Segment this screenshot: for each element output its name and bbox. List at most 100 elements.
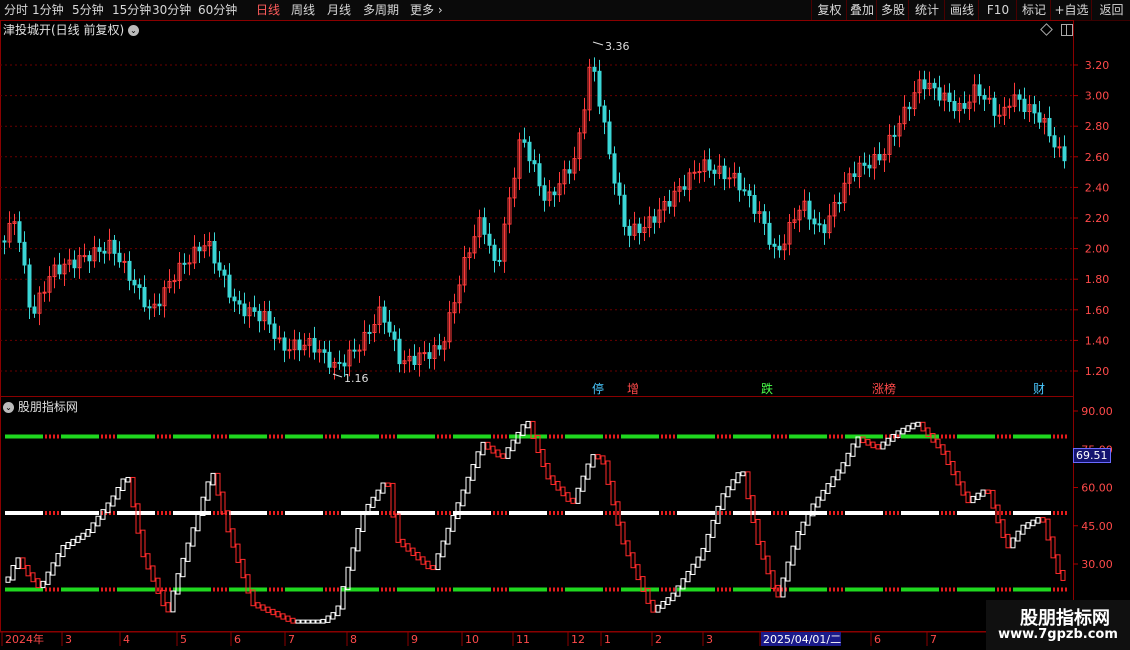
oscillator-step xyxy=(865,439,871,446)
oscillator-step xyxy=(950,460,956,476)
candle-body xyxy=(487,233,492,246)
candle-body xyxy=(627,225,632,236)
oscillator-step xyxy=(70,538,76,546)
candle-body xyxy=(742,189,747,192)
candle-body xyxy=(807,200,812,220)
oscillator-step xyxy=(270,608,276,616)
candle-body xyxy=(127,260,132,281)
oscillator-step xyxy=(280,613,286,620)
oscillator-step xyxy=(215,472,221,496)
candle-body xyxy=(42,291,47,294)
oscillator-step xyxy=(770,570,776,589)
oscillator-step xyxy=(670,592,676,602)
candle-body xyxy=(1037,112,1042,123)
oscillator-step xyxy=(800,521,806,536)
oscillator-step xyxy=(55,553,61,567)
candle-body xyxy=(862,162,867,166)
oscillator-step xyxy=(160,589,166,607)
oscillator-step xyxy=(150,565,156,582)
oscillator-step xyxy=(285,615,291,622)
oscillator-step xyxy=(435,553,441,571)
x-axis-label: 7 xyxy=(930,633,937,646)
candle-body xyxy=(537,163,542,187)
candle-body xyxy=(382,306,387,323)
oscillator-step xyxy=(295,619,301,624)
candle-body xyxy=(357,349,362,352)
oscillator-step xyxy=(820,489,826,501)
candle-body xyxy=(947,92,952,102)
oscillator-step xyxy=(265,606,271,613)
y-tick-label: 3.00 xyxy=(1085,90,1110,103)
oscillator-step xyxy=(380,482,386,494)
oscillator-step xyxy=(25,565,31,577)
oscillator-step xyxy=(315,619,321,624)
candle-body xyxy=(932,82,937,89)
candle-body xyxy=(232,296,237,302)
oscillator-step xyxy=(60,545,66,558)
oscillator-step xyxy=(845,452,851,467)
oscillator-step xyxy=(260,604,266,611)
oscillator-step xyxy=(975,492,981,500)
candle-body xyxy=(622,194,627,227)
candle-body xyxy=(342,362,347,367)
y-tick-label: 1.40 xyxy=(1085,334,1110,347)
oscillator-step xyxy=(355,528,361,552)
oscillator-step xyxy=(600,455,606,465)
candle-body xyxy=(267,311,272,325)
chevron-down-icon[interactable]: ⌄ xyxy=(3,402,14,413)
oscillator-step xyxy=(1040,517,1046,523)
candle-body xyxy=(852,173,857,177)
x-axis-label: 2025/04/01/二 xyxy=(763,633,841,646)
candle-body xyxy=(767,222,772,245)
x-axis-label: 1 xyxy=(604,633,611,646)
oscillator-step xyxy=(385,482,391,487)
y-tick-label: 3.20 xyxy=(1085,59,1110,72)
chart-canvas[interactable]: 3.20 3.00 2.80 2.60 2.40 2.20 2.00 1.80 1.60 1.40… xyxy=(0,0,1130,650)
candle-body xyxy=(837,202,842,205)
candle-body xyxy=(327,351,332,368)
oscillator-step xyxy=(90,522,96,534)
oscillator-step xyxy=(720,493,726,510)
oscillator-step xyxy=(195,511,201,532)
candle-body xyxy=(397,338,402,365)
oscillator-step xyxy=(965,491,971,504)
y-tick-label: 1.60 xyxy=(1085,304,1110,317)
oscillator-step xyxy=(210,472,216,486)
candle-body xyxy=(612,153,617,184)
candle-body xyxy=(97,247,102,252)
event-marker: 停 xyxy=(592,381,604,396)
candle-body xyxy=(992,97,997,116)
oscillator-step xyxy=(130,476,136,508)
x-axis-label: 4 xyxy=(123,633,130,646)
candle-body xyxy=(747,190,752,196)
oscillator-step xyxy=(985,489,991,494)
candle-body xyxy=(772,243,777,247)
oscillator-step xyxy=(490,445,496,454)
oscillator-step xyxy=(575,487,581,504)
candle-body xyxy=(737,172,742,191)
oscillator-step xyxy=(885,437,891,446)
candle-body xyxy=(72,259,77,269)
oscillator-step xyxy=(325,615,331,623)
candle-body xyxy=(142,286,147,308)
oscillator-step xyxy=(850,443,856,457)
current-value-badge: 69.51 xyxy=(1073,448,1111,463)
oscillator-step xyxy=(545,463,551,480)
oscillator-step xyxy=(625,540,631,557)
oscillator-step xyxy=(30,572,36,583)
indicator-tick: 30.00 xyxy=(1081,558,1113,571)
low-label: 1.16 xyxy=(344,372,369,385)
candle-body xyxy=(117,252,122,263)
candle-body xyxy=(212,240,217,264)
oscillator-step xyxy=(410,547,416,556)
indicator-tick: 90.00 xyxy=(1081,405,1113,418)
candle-body xyxy=(697,171,702,174)
x-axis-label: 3 xyxy=(706,633,713,646)
candle-body xyxy=(567,169,572,174)
candle-body xyxy=(492,244,497,261)
oscillator-step xyxy=(255,602,261,609)
candle-body xyxy=(227,274,232,298)
x-axis-label: 5 xyxy=(180,633,187,646)
x-axis-label: 7 xyxy=(288,633,295,646)
oscillator-step xyxy=(415,551,421,561)
